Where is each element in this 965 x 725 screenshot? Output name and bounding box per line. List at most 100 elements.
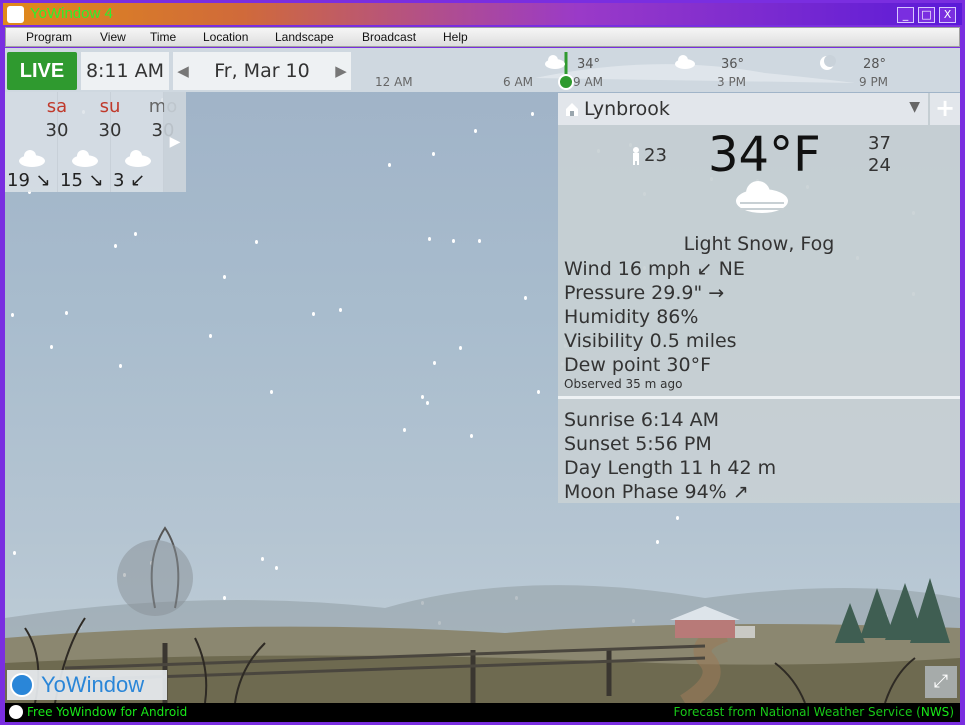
- cloud-icon: [545, 55, 565, 69]
- conditions-list: Wind 16 mph ↙ NE Pressure 29.9" → Humidi…: [564, 257, 745, 377]
- snowflake: [474, 129, 477, 133]
- snowflake: [421, 395, 424, 399]
- today-low: 24: [868, 155, 891, 176]
- forecast-next-arrow-icon[interactable]: ▶: [164, 92, 186, 192]
- timeline-tick-12am: 12 AM: [375, 75, 413, 89]
- timeline-tick-3pm: 3 PM: [717, 75, 747, 89]
- title-bar[interactable]: YoWindow 4 _ □ X: [3, 3, 962, 25]
- snowflake: [470, 434, 473, 438]
- fullscreen-icon[interactable]: ⤢: [925, 666, 957, 698]
- yowindow-status-icon: [9, 705, 23, 719]
- minimize-button[interactable]: _: [897, 7, 914, 23]
- snowflake: [433, 361, 436, 365]
- snowflake: [339, 308, 342, 312]
- menu-view[interactable]: View: [100, 30, 126, 44]
- snowflake: [11, 313, 14, 317]
- cloud-icon: [19, 150, 45, 167]
- forecast-source-end: ): [949, 705, 954, 719]
- snowflake: [452, 239, 455, 243]
- pressure-row: Pressure 29.9" →: [564, 282, 725, 304]
- menu-help[interactable]: Help: [443, 30, 468, 44]
- snowflake: [432, 152, 435, 156]
- menu-bar: Program View Time Location Landscape Bro…: [5, 27, 960, 47]
- cloud-icon: [125, 150, 151, 167]
- snowflake: [426, 401, 429, 405]
- prev-day-arrow-icon[interactable]: ◀: [173, 52, 193, 90]
- forecast-source-text: Forecast from National Weather Service (: [673, 705, 921, 719]
- weather-scene: LIVE 8:11 AM ◀ Fr, Mar 10 ▶ 12 AM 6 AM 9…: [5, 48, 960, 703]
- timeline-tick-9am: 9 AM: [573, 75, 604, 89]
- snowflake: [119, 364, 122, 368]
- date-selector: ◀ Fr, Mar 10 ▶: [173, 52, 351, 90]
- snow-fog-icon: [736, 181, 788, 213]
- android-promo-link[interactable]: Free YoWindow for Android: [27, 705, 187, 719]
- forecast-day-low: 3 ↙: [113, 170, 146, 191]
- menu-landscape[interactable]: Landscape: [275, 30, 334, 44]
- forecast-strip: sa 30 19 ↘ su 30 15 ↘ mo 30 3 ↙: [5, 92, 186, 192]
- location-dropdown-icon[interactable]: ▼: [909, 99, 920, 115]
- window-title: YoWindow 4: [30, 5, 113, 22]
- moon-icon: [820, 55, 836, 70]
- snowflake: [209, 334, 212, 338]
- snowflake: [50, 345, 53, 349]
- menu-location[interactable]: Location: [203, 30, 248, 44]
- wind-row: Wind 16 mph ↙ NE: [564, 258, 745, 280]
- status-bar: Free YoWindow for Android Forecast from …: [5, 703, 960, 722]
- forecast-day-sa[interactable]: sa 30 19 ↘: [5, 92, 68, 192]
- snowflake: [531, 112, 534, 116]
- sunrise-row: Sunrise 6:14 AM: [564, 409, 719, 431]
- landscape-scene: [5, 526, 960, 703]
- nws-link[interactable]: NWS: [921, 705, 949, 719]
- forecast-day-mo[interactable]: mo 30 3 ↙: [111, 92, 177, 192]
- live-button[interactable]: LIVE: [7, 52, 77, 90]
- timeline-temp-9am: 34°: [577, 57, 601, 72]
- timeline-temp-3pm: 36°: [721, 57, 745, 72]
- cloud-icon: [675, 55, 695, 69]
- close-button[interactable]: X: [939, 7, 956, 23]
- person-icon: [633, 147, 639, 165]
- yowindow-app-icon[interactable]: [7, 6, 24, 23]
- home-icon[interactable]: [564, 101, 580, 117]
- condition-text: Light Snow, Fog: [683, 233, 835, 255]
- snowflake: [537, 390, 540, 394]
- timeline-tick-9pm: 9 PM: [859, 75, 889, 89]
- cloud-icon: [72, 150, 98, 167]
- snowflake: [403, 428, 406, 432]
- snowflake: [428, 237, 431, 241]
- snowflake: [255, 240, 258, 244]
- forecast-source: Forecast from National Weather Service (…: [674, 705, 955, 719]
- forecast-day-su[interactable]: su 30 15 ↘: [58, 92, 121, 192]
- snowflake: [524, 296, 527, 300]
- moon-phase-row: Moon Phase 94% ↗: [564, 481, 749, 503]
- snowflake: [65, 311, 68, 315]
- menu-program[interactable]: Program: [26, 30, 72, 44]
- day-length-row: Day Length 11 h 42 m: [564, 457, 777, 479]
- next-day-arrow-icon[interactable]: ▶: [331, 52, 351, 90]
- sunset-row: Sunset 5:56 PM: [564, 433, 712, 455]
- dew-point-row: Dew point 30°F: [564, 354, 711, 376]
- current-temperature: 34°F: [708, 127, 821, 183]
- menu-broadcast[interactable]: Broadcast: [362, 30, 416, 44]
- current-conditions-panel: Lynbrook ▼ + 23 34°F 37 24 Light Snow, F…: [558, 93, 960, 503]
- forecast-day-low: 15 ↘: [60, 170, 104, 191]
- maximize-button[interactable]: □: [918, 7, 935, 23]
- yowindow-logo-icon: [10, 673, 34, 697]
- timeline[interactable]: 12 AM 6 AM 9 AM 3 PM 9 PM 34° 36° 28°: [355, 48, 960, 92]
- timeline-temp-9pm: 28°: [863, 57, 887, 72]
- snowflake: [388, 163, 391, 167]
- location-selector[interactable]: Lynbrook ▼: [558, 93, 928, 125]
- today-high: 37: [868, 133, 891, 154]
- snowflake: [270, 390, 273, 394]
- location-name: Lynbrook: [584, 98, 670, 120]
- astronomy-list: Sunrise 6:14 AM Sunset 5:56 PM Day Lengt…: [564, 408, 776, 504]
- menu-time[interactable]: Time: [150, 30, 176, 44]
- add-location-button[interactable]: +: [930, 93, 960, 125]
- humidity-row: Humidity 86%: [564, 306, 699, 328]
- visibility-row: Visibility 0.5 miles: [564, 330, 737, 352]
- snowflake: [114, 244, 117, 248]
- yowindow-brand[interactable]: YoWindow: [7, 670, 167, 700]
- snowflake: [134, 232, 137, 236]
- observed-time: Observed 35 m ago: [564, 377, 683, 391]
- current-time[interactable]: 8:11 AM: [81, 52, 169, 90]
- current-date[interactable]: Fr, Mar 10: [193, 52, 331, 90]
